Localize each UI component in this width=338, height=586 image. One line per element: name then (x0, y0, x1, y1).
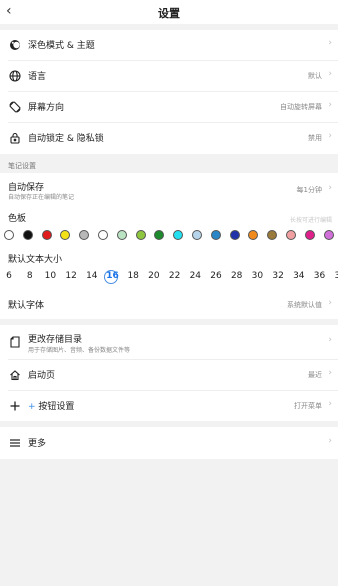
text-size-option[interactable]: 18 (125, 271, 141, 281)
home-icon (8, 368, 22, 382)
button-settings-label: + 按钮设置 (28, 399, 74, 412)
text-size-option[interactable]: 24 (187, 271, 203, 281)
menu-icon (8, 436, 22, 450)
color-swatch[interactable] (60, 230, 71, 240)
chevron-right-icon: › (328, 131, 332, 141)
chevron-right-icon: › (328, 368, 332, 378)
color-swatch[interactable] (286, 230, 296, 240)
text-size-option[interactable]: 28 (229, 271, 245, 281)
text-size-option[interactable]: 10 (42, 271, 58, 281)
language-row[interactable]: 语言 默认 › (0, 61, 338, 91)
text-size-option[interactable]: 16 (105, 271, 121, 281)
orientation-row[interactable]: 屏幕方向 自动旋转屏幕 › (0, 92, 338, 122)
chevron-right-icon: › (328, 183, 332, 193)
color-swatch[interactable] (22, 230, 33, 240)
moon-icon (8, 38, 22, 52)
plus-blue-icon: + (28, 402, 36, 412)
text-size-option[interactable]: 22 (167, 271, 183, 281)
text-size-option[interactable]: 20 (146, 271, 162, 281)
text-size-option[interactable]: 26 (208, 271, 224, 281)
color-swatch[interactable] (135, 230, 146, 240)
page-title: 设置 (158, 7, 180, 20)
storage-settings: 更改存储目录 用于存储图片、音频、备份数据文件等 › 启动页 最近 › + 按钮… (0, 325, 338, 421)
notes-group-label: 笔记设置 (8, 162, 36, 170)
more-label: 更多 (28, 439, 47, 449)
palette-label: 色板 (8, 214, 27, 224)
text-size-label: 默认文本大小 (8, 255, 63, 265)
orientation-label: 屏幕方向 (28, 103, 65, 113)
chevron-right-icon: › (328, 436, 332, 446)
default-font-label: 默认字体 (8, 301, 45, 311)
color-swatch[interactable] (79, 230, 90, 240)
start-page-value: 最近 (308, 371, 322, 379)
autosave-sub: 自动保存正在编辑的笔记 (8, 194, 75, 201)
chevron-right-icon: › (328, 335, 332, 345)
lock-row[interactable]: 自动锁定 & 隐私锁 禁用 › (0, 123, 338, 154)
globe-icon (8, 69, 22, 83)
color-swatch[interactable] (173, 230, 184, 240)
text-size-option[interactable]: 36 (312, 271, 328, 281)
more-section: 更多 › (0, 427, 338, 459)
chevron-right-icon: › (328, 298, 332, 308)
start-page-label: 启动页 (28, 371, 56, 381)
start-page-row[interactable]: 启动页 最近 › (0, 360, 338, 390)
chevron-right-icon: › (328, 38, 332, 48)
general-settings: 深色模式 & 主题 › 语言 默认 › 屏幕方向 自动旋转屏幕 › 自动锁定 &… (0, 30, 338, 154)
top-bar: ‹ 设置 (0, 0, 338, 24)
storage-dir-sub: 用于存储图片、音频、备份数据文件等 (28, 347, 131, 354)
chevron-right-icon: › (328, 69, 332, 79)
color-swatch[interactable] (192, 230, 202, 240)
dark-mode-label: 深色模式 & 主题 (28, 41, 95, 51)
dark-mode-row[interactable]: 深色模式 & 主题 › (0, 30, 338, 60)
color-swatch[interactable] (267, 230, 278, 240)
chevron-right-icon: › (328, 100, 332, 110)
text-size-option[interactable]: 34 (291, 271, 307, 281)
text-size-option[interactable]: 8 (22, 271, 38, 281)
button-settings-row[interactable]: + 按钮设置 打开菜单 › (0, 391, 338, 421)
button-settings-value: 打开菜单 (294, 402, 322, 410)
plus-icon (8, 399, 22, 413)
language-label: 语言 (28, 72, 47, 82)
color-swatch[interactable] (41, 230, 52, 240)
text-size-option[interactable]: 6 (1, 271, 17, 281)
file-icon (8, 335, 22, 349)
text-size-option[interactable]: 12 (63, 271, 79, 281)
button-settings-text: 按钮设置 (38, 402, 75, 412)
autosave-row[interactable]: 自动保存 自动保存正在编辑的笔记 每1分钟 › (0, 173, 338, 207)
lock-icon (8, 131, 22, 145)
text-size-option[interactable]: 32 (270, 271, 286, 281)
text-size-option[interactable]: 30 (249, 271, 265, 281)
notes-settings: 自动保存 自动保存正在编辑的笔记 每1分钟 › 色板 长按可进行编辑 默认文本大… (0, 173, 338, 319)
rotate-icon (8, 100, 22, 114)
palette-hint: 长按可进行编辑 (289, 217, 332, 224)
storage-dir-row[interactable]: 更改存储目录 用于存储图片、音频、备份数据文件等 › (0, 325, 338, 359)
color-swatch[interactable] (248, 230, 259, 240)
text-size-option[interactable]: 38 (332, 271, 338, 281)
language-value: 默认 (308, 72, 322, 80)
color-swatch[interactable] (229, 230, 240, 240)
color-swatch[interactable] (98, 230, 108, 240)
color-swatch[interactable] (323, 230, 334, 240)
more-row[interactable]: 更多 › (0, 427, 338, 459)
color-swatch[interactable] (116, 230, 127, 240)
autosave-value: 每1分钟 (296, 186, 322, 194)
color-swatch[interactable] (304, 230, 315, 240)
default-font-value: 系统默认值 (287, 301, 322, 309)
color-swatch[interactable] (210, 230, 221, 240)
orientation-value: 自动旋转屏幕 (280, 103, 322, 111)
text-size-option[interactable]: 14 (84, 271, 100, 281)
color-swatch[interactable] (4, 230, 14, 240)
color-swatch[interactable] (154, 230, 165, 240)
lock-label: 自动锁定 & 隐私锁 (28, 134, 104, 144)
storage-dir-label: 更改存储目录 (28, 335, 83, 345)
lock-value: 禁用 (308, 134, 322, 142)
default-font-row[interactable]: 默认字体 系统默认值 › (0, 291, 338, 319)
chevron-right-icon: › (328, 399, 332, 409)
